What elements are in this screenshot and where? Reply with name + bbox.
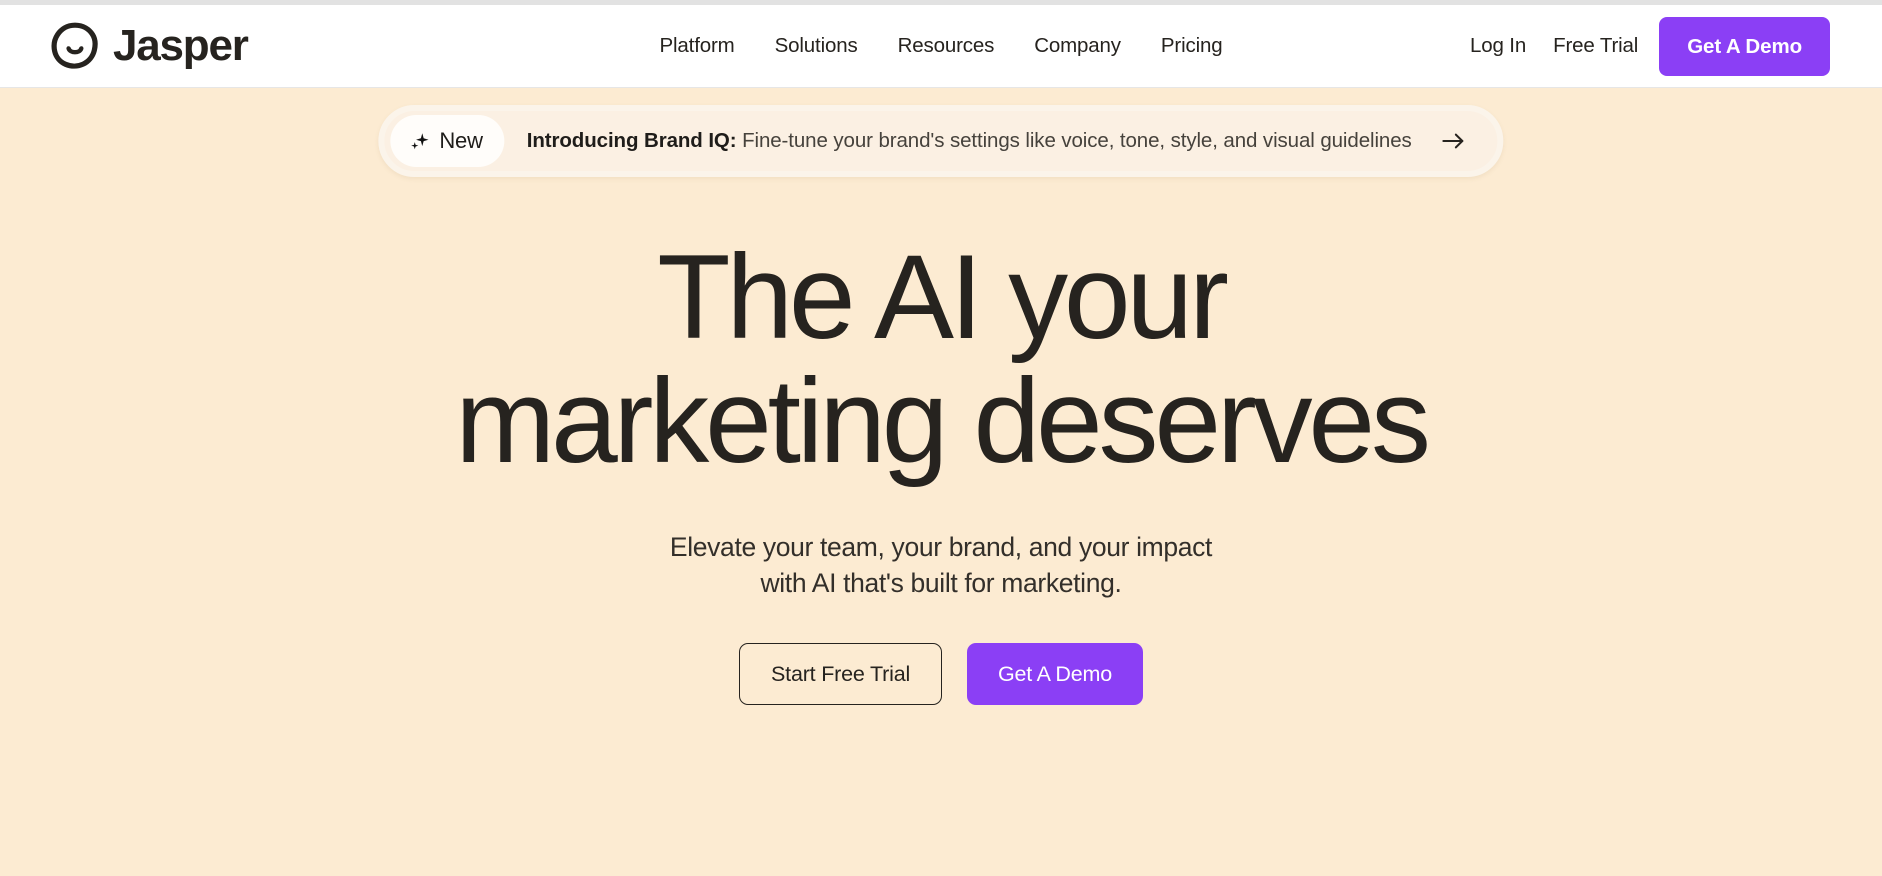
brand-wordmark: Jasper [113,21,249,70]
hero-section: New Introducing Brand IQ: Fine-tune your… [0,88,1882,876]
nav-item-pricing[interactable]: Pricing [1161,34,1223,58]
start-free-trial-button[interactable]: Start Free Trial [739,643,943,706]
nav-item-resources[interactable]: Resources [898,34,995,58]
get-a-demo-button-header[interactable]: Get A Demo [1659,16,1830,76]
free-trial-link[interactable]: Free Trial [1553,34,1638,58]
hero-headline: The AI your marketing deserves [0,230,1882,488]
brand-logo-link[interactable]: Jasper [50,21,249,71]
main-navigation: Platform Solutions Resources Company Pri… [659,34,1222,58]
hero-cta-group: Start Free Trial Get A Demo [0,643,1882,706]
jasper-smile-logo-icon [51,22,98,69]
header-actions: Log In Free Trial Get A Demo [1470,16,1830,76]
hero-subheadline: Elevate your team, your brand, and your … [0,529,1882,601]
nav-item-platform[interactable]: Platform [659,34,734,58]
hero-subheadline-line-2: with AI that's built for marketing. [760,568,1122,599]
site-header: Jasper Platform Solutions Resources Comp… [0,5,1882,88]
get-a-demo-button-hero[interactable]: Get A Demo [967,643,1143,706]
jasper-landing-page: Jasper Platform Solutions Resources Comp… [0,0,1882,876]
hero-subheadline-line-1: Elevate your team, your brand, and your … [669,532,1213,563]
hero-headline-line-2: marketing deserves [455,353,1431,488]
nav-item-company[interactable]: Company [1034,34,1121,58]
nav-item-solutions[interactable]: Solutions [775,34,858,58]
hero-content: The AI your marketing deserves Elevate y… [0,88,1882,706]
login-link[interactable]: Log In [1470,34,1526,58]
hero-headline-line-1: The AI your [657,230,1229,364]
